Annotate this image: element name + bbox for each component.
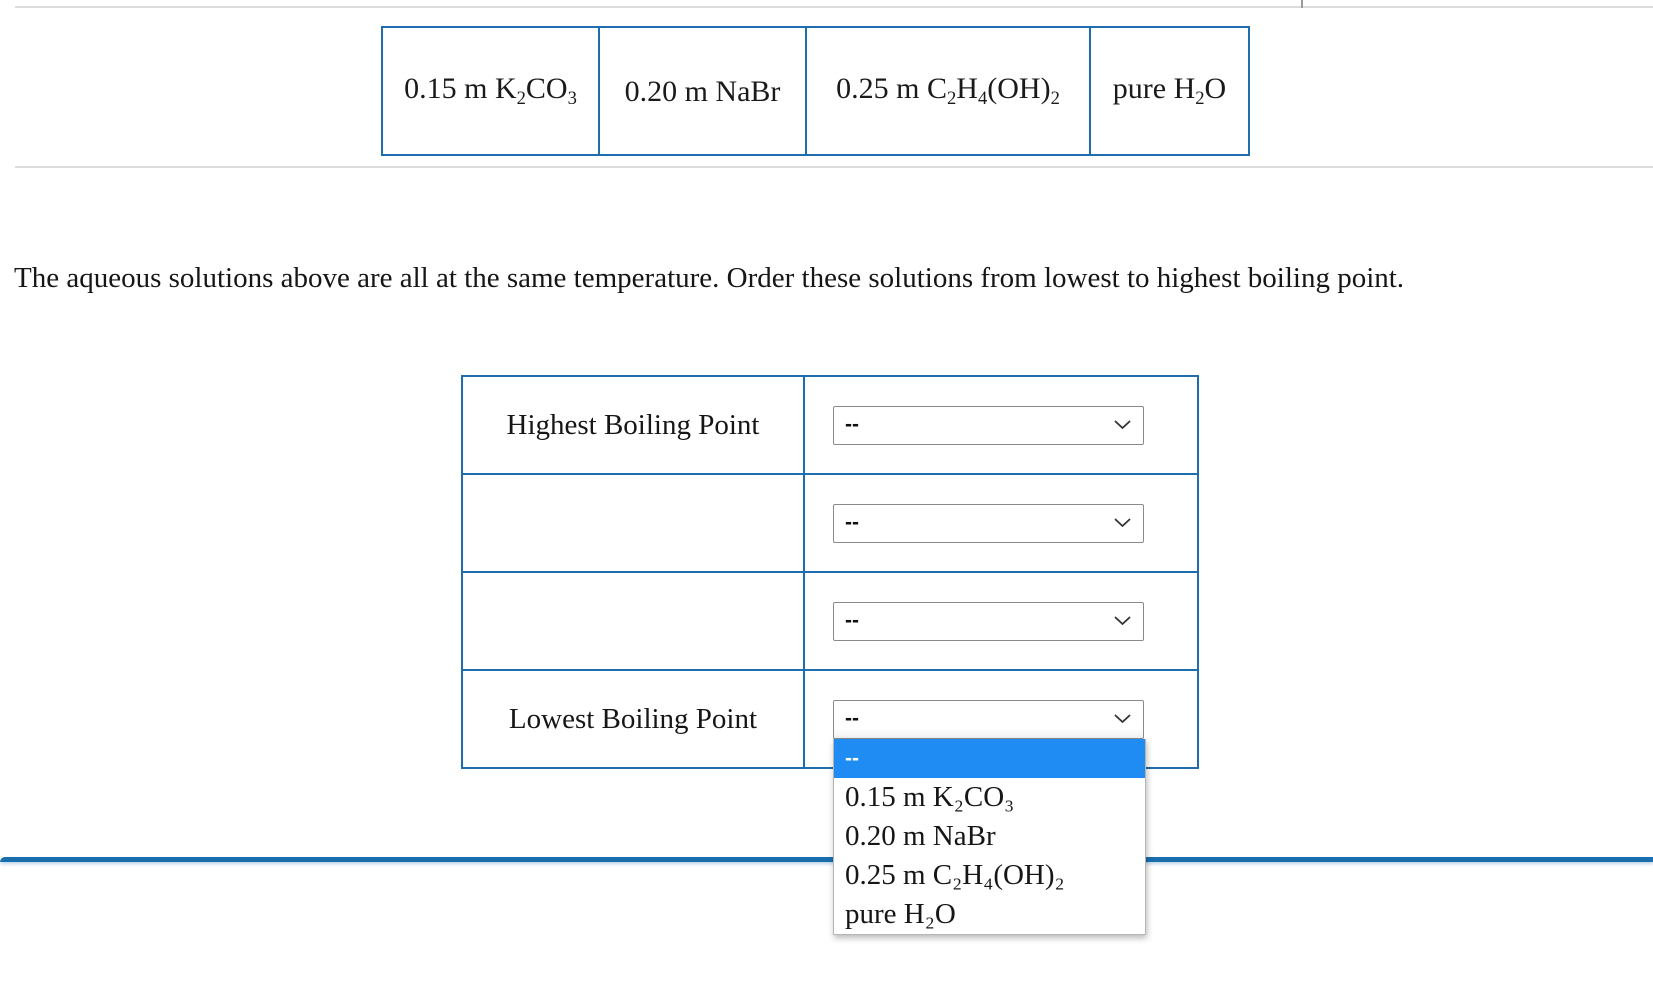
select-value: -- bbox=[845, 413, 859, 436]
question-prompt: The aqueous solutions above are all at t… bbox=[14, 262, 1405, 294]
subscript: 2 bbox=[1050, 88, 1060, 110]
subscript: 4 bbox=[977, 88, 988, 110]
choice-cell-nabr: 0.20 m NaBr bbox=[598, 26, 807, 156]
ordering-select-3[interactable]: -- bbox=[833, 601, 1144, 641]
row-label-2 bbox=[461, 473, 805, 573]
table-row: Highest Boiling Point -- bbox=[461, 375, 1199, 475]
top-divider bbox=[15, 6, 1653, 8]
chevron-down-icon bbox=[1114, 616, 1131, 626]
bottom-accent-rule bbox=[0, 857, 1653, 862]
table-row: -- bbox=[461, 571, 1199, 671]
solutions-choices-table: 0.15 m K2CO3 0.20 m NaBr 0.25 m C2H4(OH)… bbox=[381, 26, 1250, 156]
ordering-select-2[interactable]: -- bbox=[833, 503, 1144, 543]
row-label-3 bbox=[461, 571, 805, 671]
chevron-down-icon bbox=[1114, 518, 1131, 528]
dropdown-option-k2co3[interactable]: 0.15 m K₂CO₃ bbox=[834, 778, 1145, 817]
subscript: 2 bbox=[1195, 88, 1205, 110]
ordering-answer-table: Highest Boiling Point -- -- -- Lowest Bo… bbox=[461, 375, 1199, 769]
select-cell-1: -- bbox=[803, 375, 1199, 475]
choice-label-pure-h2o-mid: O bbox=[1204, 72, 1227, 106]
dropdown-option-pure-h2o[interactable]: pure H₂O bbox=[834, 895, 1145, 934]
select-cell-2: -- bbox=[803, 473, 1199, 573]
choice-label-nabr: 0.20 m NaBr bbox=[624, 74, 781, 108]
select-value: -- bbox=[845, 707, 859, 730]
choice-label-c2h4oh2-mid: H bbox=[956, 72, 978, 106]
choice-cell-c2h4oh2: 0.25 m C2H4(OH)2 bbox=[805, 26, 1091, 156]
select-value: -- bbox=[845, 511, 859, 534]
table-row: -- bbox=[461, 473, 1199, 573]
dropdown-option-c2h4oh2[interactable]: 0.25 m C₂H₄(OH)₂ bbox=[834, 856, 1145, 895]
dropdown-option-blank[interactable]: -- bbox=[834, 739, 1145, 778]
select-cell-3: -- bbox=[803, 571, 1199, 671]
choice-cell-pure-h2o: pure H2O bbox=[1089, 26, 1250, 156]
ordering-select-4-options[interactable]: -- 0.15 m K₂CO₃ 0.20 m NaBr 0.25 m C₂H₄(… bbox=[833, 739, 1146, 935]
chevron-down-icon bbox=[1114, 714, 1131, 724]
choice-label-k2co3-prefix: 0.15 m K bbox=[404, 72, 517, 106]
row-label-lowest: Lowest Boiling Point bbox=[461, 669, 805, 769]
chevron-down-icon bbox=[1114, 420, 1131, 430]
top-divider-tick bbox=[1301, 0, 1303, 8]
choice-label-c2h4oh2-suffix: (OH) bbox=[987, 72, 1051, 106]
select-value: -- bbox=[845, 609, 859, 632]
middle-divider bbox=[15, 166, 1653, 168]
choice-label-c2h4oh2-prefix: 0.25 m C bbox=[836, 72, 947, 106]
choice-label-pure-h2o-prefix: pure H bbox=[1112, 72, 1196, 106]
ordering-select-1[interactable]: -- bbox=[833, 405, 1144, 445]
ordering-select-4[interactable]: -- bbox=[833, 699, 1144, 739]
subscript: 2 bbox=[516, 88, 526, 110]
dropdown-option-nabr[interactable]: 0.20 m NaBr bbox=[834, 817, 1145, 856]
choice-label-k2co3-mid: CO bbox=[525, 72, 568, 106]
subscript: 2 bbox=[946, 88, 957, 110]
table-row: 0.15 m K2CO3 0.20 m NaBr 0.25 m C2H4(OH)… bbox=[381, 26, 1250, 156]
subscript: 3 bbox=[567, 88, 577, 110]
row-label-highest: Highest Boiling Point bbox=[461, 375, 805, 475]
choice-cell-k2co3: 0.15 m K2CO3 bbox=[381, 26, 600, 156]
